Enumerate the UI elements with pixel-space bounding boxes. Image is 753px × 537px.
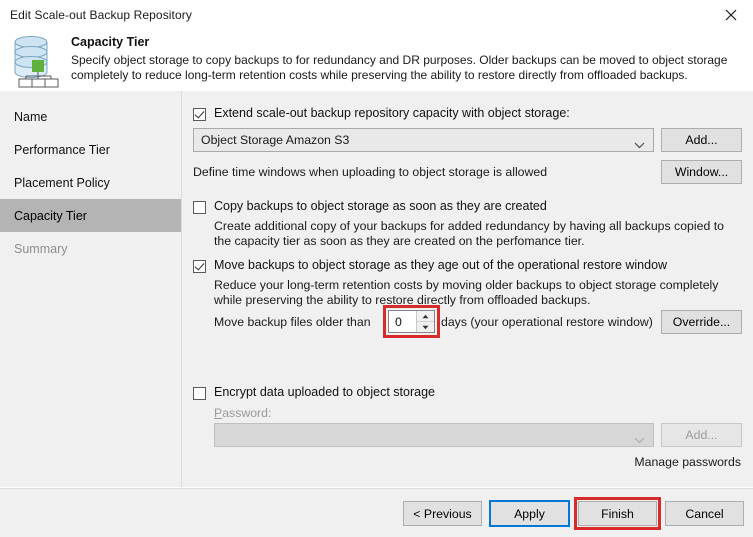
move-backups-row[interactable]: Move backups to object storage as they a…: [193, 258, 668, 273]
move-backups-label: Move backups to object storage as they a…: [214, 258, 668, 272]
sidebar-item-label: Placement Policy: [14, 175, 110, 190]
password-add-button-label: Add...: [685, 428, 718, 442]
sidebar-item-label: Name: [14, 109, 48, 124]
sidebar-item-summary: Summary: [0, 232, 181, 265]
chevron-down-icon: [634, 138, 645, 152]
move-age-days-value: 0: [395, 314, 402, 329]
spinner-up-icon[interactable]: [417, 311, 434, 322]
sidebar-item-name[interactable]: Name: [0, 100, 181, 133]
password-select: [214, 423, 654, 447]
cancel-button-label: Cancel: [685, 506, 724, 521]
page-description: Specify object storage to copy backups t…: [71, 53, 728, 82]
sidebar-item-capacity-tier[interactable]: Capacity Tier: [0, 199, 181, 232]
object-storage-repository-value: Object Storage Amazon S3: [201, 133, 350, 147]
sidebar-item-label: Performance Tier: [14, 142, 110, 157]
spinner-down-icon[interactable]: [417, 322, 434, 332]
window-title: Edit Scale-out Backup Repository: [10, 8, 192, 22]
previous-button-label: < Previous: [413, 506, 472, 521]
move-age-prefix-label: Move backup files older than: [214, 315, 371, 329]
extend-capacity-label: Extend scale-out backup repository capac…: [214, 106, 570, 120]
time-window-label: Define time windows when uploading to ob…: [193, 165, 548, 179]
previous-button[interactable]: < Previous: [403, 501, 482, 526]
header-band: Capacity Tier Specify object storage to …: [0, 30, 753, 92]
sidebar-item-placement-policy[interactable]: Placement Policy: [0, 166, 181, 199]
extend-capacity-row[interactable]: Extend scale-out backup repository capac…: [193, 106, 570, 121]
sidebar-item-label: Capacity Tier: [14, 208, 87, 223]
finish-button-label: Finish: [601, 506, 634, 521]
password-add-button: Add...: [661, 423, 742, 447]
extend-capacity-checkbox[interactable]: [193, 108, 206, 121]
copy-backups-description: Create additional copy of your backups f…: [214, 219, 724, 248]
apply-button[interactable]: Apply: [490, 501, 569, 526]
chevron-down-icon: [634, 433, 645, 447]
encrypt-data-checkbox[interactable]: [193, 387, 206, 400]
page-title: Capacity Tier: [71, 35, 150, 49]
capacity-tier-database-icon: [10, 34, 66, 88]
title-bar: Edit Scale-out Backup Repository: [0, 0, 753, 30]
cancel-button[interactable]: Cancel: [665, 501, 744, 526]
override-button-label: Override...: [672, 315, 731, 329]
time-window-button-label: Window...: [674, 165, 729, 179]
sidebar-item-label: Summary: [14, 241, 68, 256]
time-window-button[interactable]: Window...: [661, 160, 742, 184]
capacity-tier-panel: Extend scale-out backup repository capac…: [182, 91, 753, 487]
copy-backups-row[interactable]: Copy backups to object storage as soon a…: [193, 199, 547, 214]
object-storage-repository-select[interactable]: Object Storage Amazon S3: [193, 128, 654, 152]
copy-backups-checkbox[interactable]: [193, 201, 206, 214]
move-backups-checkbox[interactable]: [193, 260, 206, 273]
manage-passwords-link[interactable]: Manage passwords: [634, 455, 741, 469]
password-label: Password:: [214, 406, 272, 420]
move-age-suffix-label: days (your operational restore window): [441, 315, 653, 329]
add-repository-button[interactable]: Add...: [661, 128, 742, 152]
encrypt-data-label: Encrypt data uploaded to object storage: [214, 385, 435, 399]
encrypt-data-row[interactable]: Encrypt data uploaded to object storage: [193, 385, 435, 400]
copy-backups-label: Copy backups to object storage as soon a…: [214, 199, 547, 213]
close-icon[interactable]: [709, 0, 753, 30]
move-age-days-spinner[interactable]: 0: [388, 310, 435, 333]
sidebar-item-performance-tier[interactable]: Performance Tier: [0, 133, 181, 166]
wizard-step-sidebar: Name Performance Tier Placement Policy C…: [0, 91, 182, 487]
override-button[interactable]: Override...: [661, 310, 742, 334]
move-backups-description: Reduce your long-term retention costs by…: [214, 278, 719, 307]
apply-button-label: Apply: [514, 506, 545, 521]
finish-button[interactable]: Finish: [578, 501, 657, 526]
add-repository-button-label: Add...: [685, 133, 718, 147]
dialog-footer: < Previous Apply Finish Cancel: [0, 488, 753, 537]
password-label-rest: assword:: [222, 406, 272, 420]
